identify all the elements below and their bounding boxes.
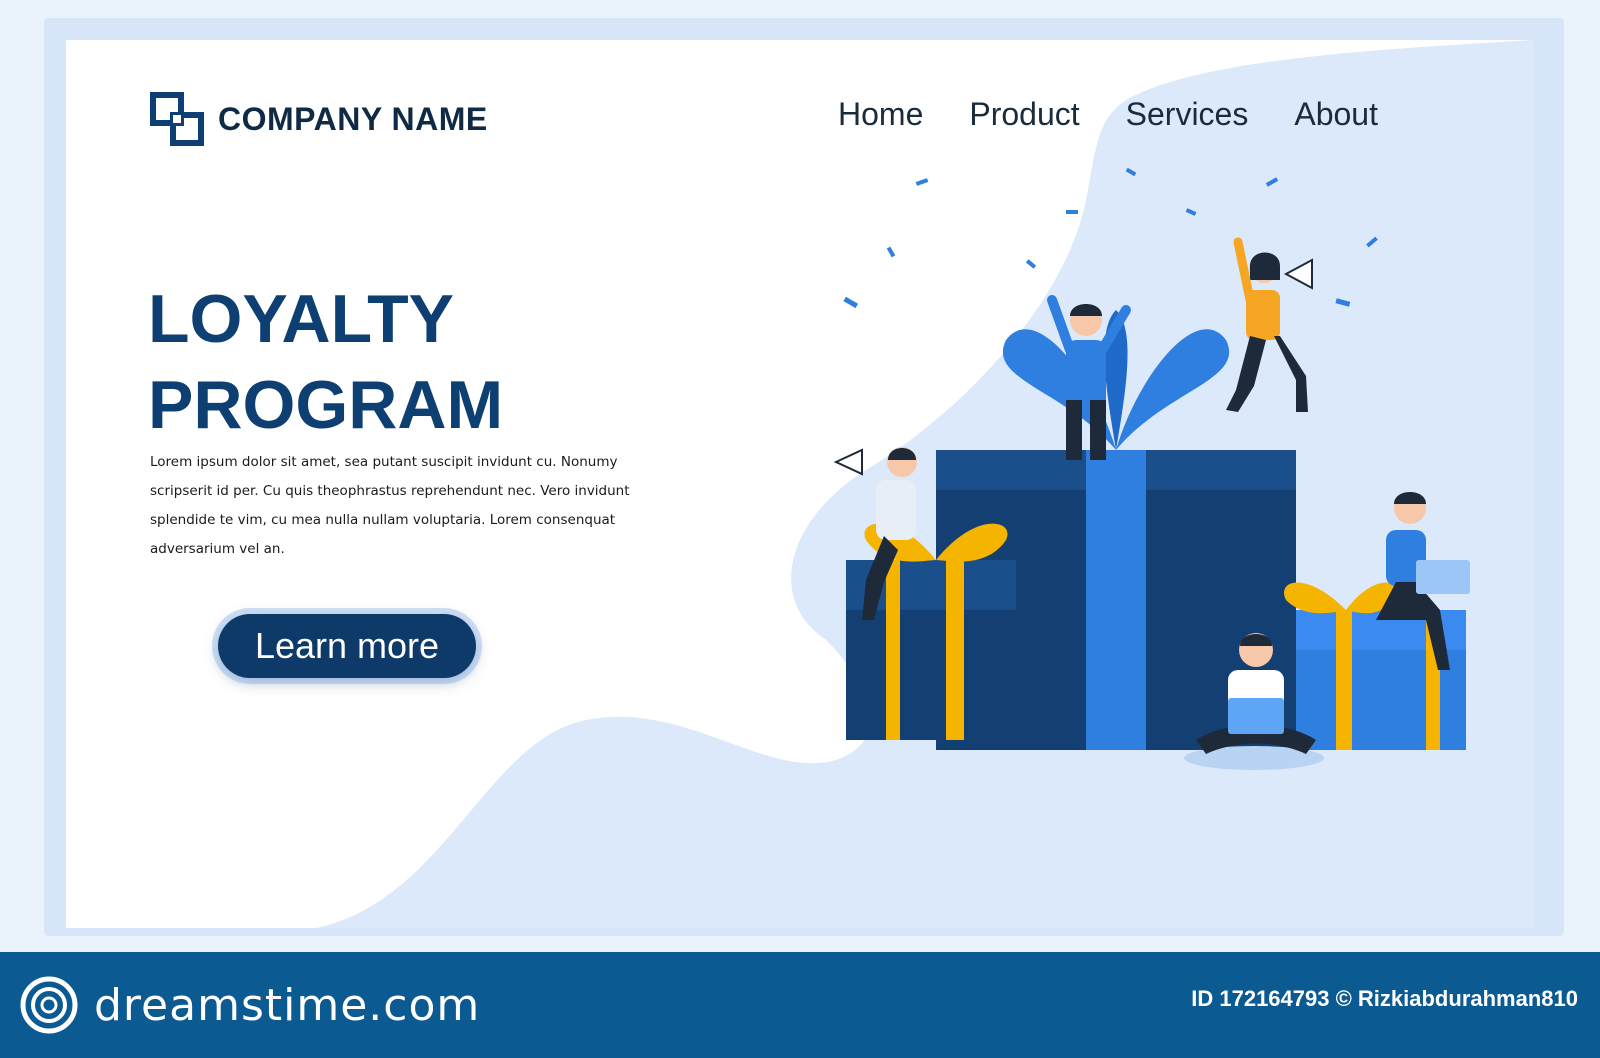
woman-megaphone-figure <box>1226 237 1313 412</box>
nav-product[interactable]: Product <box>969 96 1079 133</box>
dreamstime-logo-icon <box>20 976 78 1034</box>
nav-about[interactable]: About <box>1294 96 1378 133</box>
hero-title-line1: LOYALTY <box>148 281 455 357</box>
megaphone-icon <box>1283 258 1313 290</box>
confetti <box>843 167 1378 309</box>
main-nav: Home Product Services About <box>838 96 1378 133</box>
hero-description: Lorem ipsum dolor sit amet, sea putant s… <box>150 454 630 557</box>
footer-bar: dreamstime.com ID 172164793 © Rizkiabdur… <box>0 952 1600 1058</box>
nav-home[interactable]: Home <box>838 96 923 133</box>
footer-brand[interactable]: dreamstime.com <box>20 976 480 1034</box>
landing-page: COMPANY NAME Home Product Services About… <box>66 40 1534 928</box>
company-name: COMPANY NAME <box>218 100 488 137</box>
footer-brand-text: dreamstime.com <box>94 979 481 1031</box>
nav-services[interactable]: Services <box>1126 96 1249 133</box>
laptop-icon <box>1228 698 1284 734</box>
brand-logo[interactable]: COMPANY NAME <box>150 92 488 146</box>
loyalty-gifts-illustration <box>833 167 1470 770</box>
hero-title: LOYALTY PROGRAM <box>148 276 503 448</box>
logo-mark-icon <box>150 92 204 146</box>
learn-more-button[interactable]: Learn more <box>218 614 476 678</box>
hero-title-line2: PROGRAM <box>148 367 504 443</box>
image-credit: ID 172164793 © Rizkiabdurahman810 <box>1191 986 1578 1011</box>
